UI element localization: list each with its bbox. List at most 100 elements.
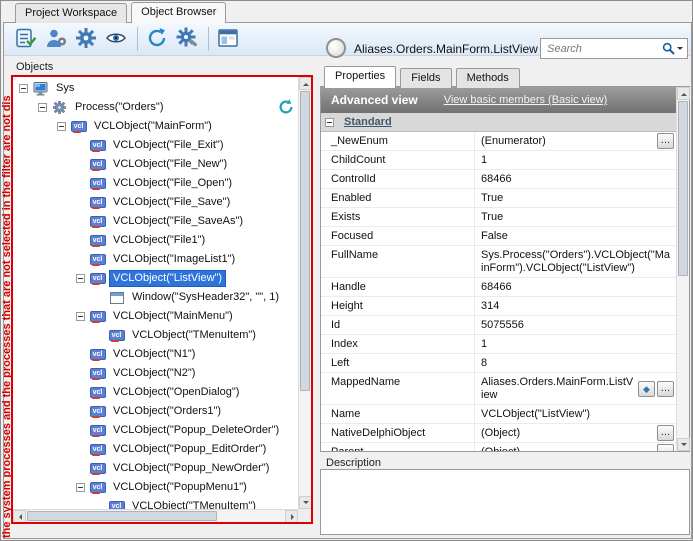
objects-panel-title: Objects xyxy=(16,61,53,73)
tree-item[interactable]: vclVCLObject("MainMenu") xyxy=(13,307,298,326)
description-label: Description xyxy=(326,457,381,469)
property-row[interactable]: FocusedFalse xyxy=(321,227,676,246)
gear-wrench-button[interactable] xyxy=(173,25,201,53)
tab-properties[interactable]: Properties xyxy=(324,66,396,88)
computer-icon xyxy=(32,82,49,96)
tree-item[interactable]: vclVCLObject("OpenDialog") xyxy=(13,383,298,402)
tab-project-workspace[interactable]: Project Workspace xyxy=(15,3,127,23)
property-row[interactable]: Index1 xyxy=(321,335,676,354)
property-row[interactable]: Parent(Object)… xyxy=(321,443,676,451)
property-value-text: (Object) xyxy=(481,427,634,440)
tree-item[interactable]: Process("Orders") xyxy=(13,98,298,117)
properties-vscroll-thumb[interactable] xyxy=(678,101,688,276)
collapse-toggle[interactable] xyxy=(76,483,85,492)
ellipsis-button[interactable]: … xyxy=(657,444,674,451)
tree-item[interactable]: vclVCLObject("MainForm") xyxy=(13,117,298,136)
property-row[interactable]: Left8 xyxy=(321,354,676,373)
property-row[interactable]: ControlId68466 xyxy=(321,170,676,189)
properties-vertical-scrollbar[interactable] xyxy=(676,87,689,451)
property-row[interactable]: _NewEnum(Enumerator)… xyxy=(321,132,676,151)
scroll-left-button[interactable] xyxy=(13,510,26,522)
search-options-dropdown-icon[interactable] xyxy=(677,47,683,53)
tree-vscroll-thumb[interactable] xyxy=(300,91,310,391)
collapse-toggle[interactable] xyxy=(57,122,66,131)
property-row[interactable]: NameVCLObject("ListView") xyxy=(321,405,676,424)
property-value: VCLObject("ListView") xyxy=(475,405,676,423)
tree-item[interactable]: vclVCLObject("PopupMenu1") xyxy=(13,478,298,497)
tree-item[interactable]: vclVCLObject("File_Open") xyxy=(13,174,298,193)
tree-item[interactable]: vclVCLObject("ListView") xyxy=(13,269,298,288)
tree-item-label: VCLObject("N2") xyxy=(110,366,198,381)
mapped-name-button[interactable]: ◆ xyxy=(638,381,655,397)
scroll-right-button[interactable] xyxy=(285,510,298,522)
panel-grid-icon xyxy=(217,27,239,52)
tree-item-label: VCLObject("ListView") xyxy=(110,271,225,286)
tree-item[interactable]: Sys xyxy=(13,79,298,98)
property-name: Index xyxy=(321,335,475,353)
refresh-button[interactable] xyxy=(143,25,171,53)
tree-item[interactable]: vclVCLObject("ImageList1") xyxy=(13,250,298,269)
collapse-toggle[interactable] xyxy=(19,84,28,93)
property-row[interactable]: FullNameSys.Process("Orders").VCLObject(… xyxy=(321,246,676,278)
property-value: 314 xyxy=(475,297,676,315)
scroll-up-button[interactable] xyxy=(299,77,311,90)
property-row[interactable]: MappedNameAliases.Orders.MainForm.ListVi… xyxy=(321,373,676,405)
testcomplete-window: the system processes and the processes t… xyxy=(0,0,693,541)
property-name: MappedName xyxy=(321,373,475,404)
tree-horizontal-scrollbar[interactable] xyxy=(13,509,298,522)
property-name: FullName xyxy=(321,246,475,277)
basic-view-link[interactable]: View basic members (Basic view) xyxy=(444,94,608,106)
scroll-down-button[interactable] xyxy=(677,438,690,451)
tree-item[interactable]: vclVCLObject("TMenuItem") xyxy=(13,497,298,509)
property-value-text: 68466 xyxy=(481,173,670,186)
scroll-up-button[interactable] xyxy=(677,87,690,100)
tab-methods[interactable]: Methods xyxy=(456,68,520,88)
property-name: Focused xyxy=(321,227,475,245)
property-row[interactable]: ChildCount1 xyxy=(321,151,676,170)
tree-item[interactable]: vclVCLObject("Popup_NewOrder") xyxy=(13,459,298,478)
tree-item[interactable]: vclVCLObject("Popup_DeleteOrder") xyxy=(13,421,298,440)
tree-item[interactable]: vclVCLObject("N2") xyxy=(13,364,298,383)
property-row[interactable]: Id5075556 xyxy=(321,316,676,335)
user-gear-button[interactable] xyxy=(42,25,70,53)
expander-spacer xyxy=(76,255,85,264)
tab-fields[interactable]: Fields xyxy=(400,68,451,88)
property-row[interactable]: ExistsTrue xyxy=(321,208,676,227)
ellipsis-button[interactable]: … xyxy=(657,133,674,149)
gear-button[interactable] xyxy=(72,25,100,53)
search-icon[interactable] xyxy=(662,42,675,55)
tree-item[interactable]: vclVCLObject("File_Save") xyxy=(13,193,298,212)
property-name: Handle xyxy=(321,278,475,296)
tree-item[interactable]: vclVCLObject("TMenuItem") xyxy=(13,326,298,345)
tree-vertical-scrollbar[interactable] xyxy=(298,77,311,509)
search-input[interactable] xyxy=(545,42,660,56)
collapse-toggle[interactable] xyxy=(76,274,85,283)
tree-item[interactable]: vclVCLObject("Popup_EditOrder") xyxy=(13,440,298,459)
tree-item-label: VCLObject("File_Save") xyxy=(110,195,233,210)
property-row[interactable]: NativeDelphiObject(Object)… xyxy=(321,424,676,443)
tree-item[interactable]: Window("SysHeader32", "", 1) xyxy=(13,288,298,307)
vcl-icon: vcl xyxy=(89,158,106,172)
tree-item-label: VCLObject("File_Exit") xyxy=(110,138,227,153)
eye-button[interactable] xyxy=(102,25,130,53)
tab-object-browser[interactable]: Object Browser xyxy=(131,2,226,23)
ellipsis-button[interactable]: … xyxy=(657,425,674,441)
section-collapse-toggle[interactable] xyxy=(325,118,334,127)
tree-item[interactable]: vclVCLObject("N1") xyxy=(13,345,298,364)
tree-item[interactable]: vclVCLObject("File_SaveAs") xyxy=(13,212,298,231)
property-row[interactable]: Handle68466 xyxy=(321,278,676,297)
tree-item[interactable]: vclVCLObject("File1") xyxy=(13,231,298,250)
property-row[interactable]: Height314 xyxy=(321,297,676,316)
tree-item[interactable]: vclVCLObject("File_New") xyxy=(13,155,298,174)
tree-item[interactable]: vclVCLObject("File_Exit") xyxy=(13,136,298,155)
scroll-down-button[interactable] xyxy=(299,496,311,509)
collapse-toggle[interactable] xyxy=(38,103,47,112)
panel-grid-button[interactable] xyxy=(214,25,242,53)
property-row[interactable]: EnabledTrue xyxy=(321,189,676,208)
collapse-toggle[interactable] xyxy=(76,312,85,321)
highlight-checklist-button[interactable] xyxy=(12,25,40,53)
tree-hscroll-thumb[interactable] xyxy=(27,511,217,521)
tree-item[interactable]: vclVCLObject("Orders1") xyxy=(13,402,298,421)
property-value-text: Sys.Process("Orders").VCLObject("MainFor… xyxy=(481,249,670,275)
ellipsis-button[interactable]: … xyxy=(657,381,674,397)
